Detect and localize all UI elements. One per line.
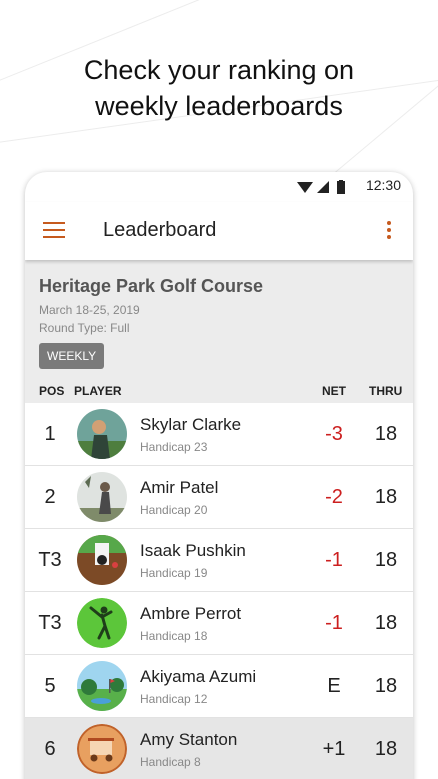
round-type: Round Type: Full xyxy=(39,321,130,335)
phone-frame: 12:30 Leaderboard Heritage Park Golf Cou… xyxy=(25,172,413,779)
leaderboard-row-current-user[interactable]: 6 Amy Stanton Handicap 8 +1 18 xyxy=(25,718,413,779)
holes-thru: 18 xyxy=(374,486,398,508)
leaderboard-list: 1 Skylar Clarke Handicap 23 -3 18 2 Amir… xyxy=(25,403,413,779)
net-score: -1 xyxy=(325,549,343,571)
promo-line-1: Check your ranking on xyxy=(83,55,355,85)
col-pos: POS xyxy=(39,384,65,398)
row-position: 5 xyxy=(44,675,56,697)
wifi-icon xyxy=(297,182,313,193)
net-score: +1 xyxy=(322,738,346,760)
status-time: 12:30 xyxy=(365,177,401,193)
promo-headline: Check your ranking on weekly leaderboard… xyxy=(0,52,438,124)
battery-icon xyxy=(337,181,345,194)
signal-icon xyxy=(317,181,329,193)
net-score: -3 xyxy=(325,423,343,445)
player-name: Amy Stanton xyxy=(140,730,238,749)
leaderboard-row[interactable]: 5 Akiyama Azumi Handicap 12 E 18 xyxy=(25,655,413,718)
holes-thru: 18 xyxy=(374,738,398,760)
holes-thru: 18 xyxy=(374,549,398,571)
player-handicap: Handicap 18 xyxy=(140,629,208,643)
row-position: 6 xyxy=(44,738,56,760)
player-handicap: Handicap 20 xyxy=(140,503,208,517)
promo-line-2: weekly leaderboards xyxy=(95,91,343,121)
course-name: Heritage Park Golf Course xyxy=(39,276,264,296)
player-name: Skylar Clarke xyxy=(140,415,242,434)
status-bar: 12:30 xyxy=(25,172,413,202)
net-score: -1 xyxy=(325,612,343,634)
col-player: PLAYER xyxy=(74,384,122,398)
hamburger-icon[interactable] xyxy=(43,222,65,238)
weekly-badge[interactable]: WEEKLY xyxy=(39,343,105,369)
golf-hole-avatar xyxy=(77,535,127,585)
col-thru: THRU xyxy=(369,384,403,398)
player-avatar xyxy=(77,409,127,459)
leaderboard-row[interactable]: T3 Isaak Pushkin Handicap 19 -1 18 xyxy=(25,529,413,592)
row-position: 1 xyxy=(44,423,56,445)
row-position: T3 xyxy=(38,549,62,571)
leaderboard-row[interactable]: T3 Ambre Perrot Handicap 18 -1 18 xyxy=(25,592,413,655)
holes-thru: 18 xyxy=(374,423,398,445)
player-name: Amir Patel xyxy=(140,478,219,497)
player-name: Ambre Perrot xyxy=(140,604,242,623)
net-score: E xyxy=(327,675,341,697)
golf-cart-avatar xyxy=(77,724,127,774)
status-icons xyxy=(297,180,345,194)
net-score: -2 xyxy=(325,486,343,508)
leaderboard-row[interactable]: 1 Skylar Clarke Handicap 23 -3 18 xyxy=(25,403,413,466)
player-handicap: Handicap 8 xyxy=(140,755,201,769)
more-vert-icon[interactable] xyxy=(381,221,397,241)
golfer-icon-avatar xyxy=(77,598,127,648)
holes-thru: 18 xyxy=(374,612,398,634)
app-bar: Leaderboard xyxy=(25,202,413,260)
course-dates: March 18-25, 2019 xyxy=(39,303,140,317)
row-position: T3 xyxy=(38,612,62,634)
player-handicap: Handicap 12 xyxy=(140,692,208,706)
col-net: NET xyxy=(322,384,346,398)
player-name: Isaak Pushkin xyxy=(140,541,246,560)
player-handicap: Handicap 19 xyxy=(140,566,208,580)
player-handicap: Handicap 23 xyxy=(140,440,208,454)
player-avatar xyxy=(77,472,127,522)
app-bar-title: Leaderboard xyxy=(103,219,217,241)
leaderboard-row[interactable]: 2 Amir Patel Handicap 20 -2 18 xyxy=(25,466,413,529)
course-landscape-avatar xyxy=(77,661,127,711)
row-position: 2 xyxy=(44,486,56,508)
player-name: Akiyama Azumi xyxy=(140,667,257,686)
holes-thru: 18 xyxy=(374,675,398,697)
column-headers: POS PLAYER NET THRU xyxy=(25,384,413,402)
